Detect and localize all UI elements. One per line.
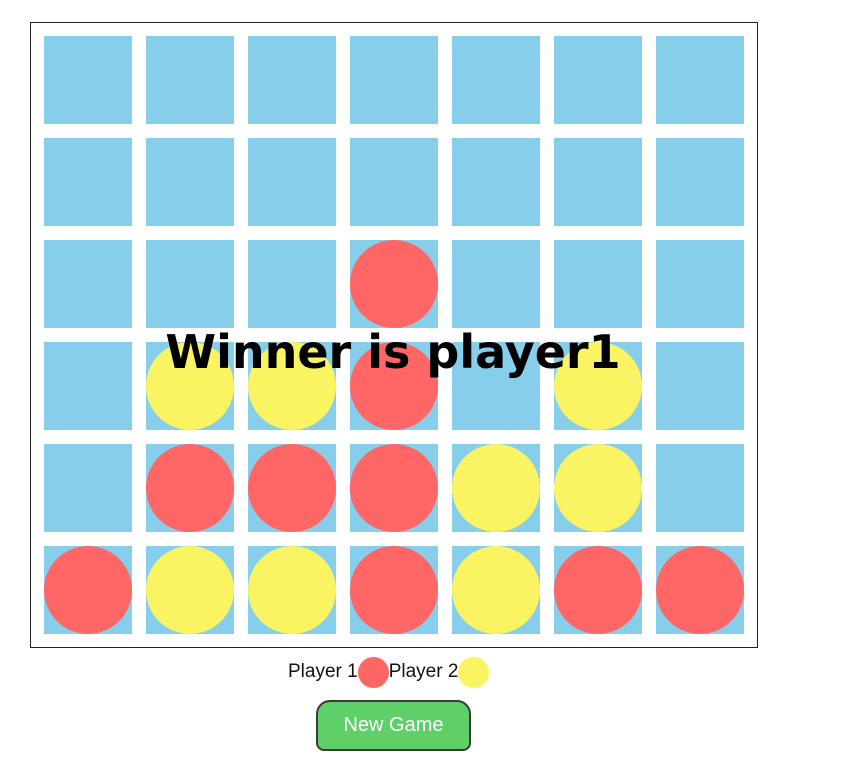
board-cell[interactable] [350,36,438,124]
board-cell[interactable] [656,546,744,634]
player1-disc [146,444,234,532]
board-cell[interactable] [452,444,540,532]
board-cell[interactable] [350,240,438,328]
player2-disc [146,546,234,634]
player2-disc [554,444,642,532]
board-cell[interactable] [554,240,642,328]
board-cell[interactable] [350,546,438,634]
board-cell[interactable] [146,444,234,532]
board-cell[interactable] [656,138,744,226]
player1-disc [248,444,336,532]
board-cell[interactable] [554,36,642,124]
new-game-button[interactable]: New Game [316,700,471,751]
player2-disc [452,546,540,634]
board-cell[interactable] [350,342,438,430]
board-cell[interactable] [554,342,642,430]
board-cell[interactable] [554,138,642,226]
board-cell[interactable] [146,138,234,226]
player2-color-icon [458,656,490,688]
board-cell[interactable] [248,444,336,532]
board-cell[interactable] [44,342,132,430]
player2-disc [554,342,642,430]
player1-label: Player 1 [288,661,358,682]
board-cell[interactable] [452,546,540,634]
board-cell[interactable] [146,240,234,328]
board-cell[interactable] [554,546,642,634]
board-cell[interactable] [146,342,234,430]
board-cell[interactable] [146,546,234,634]
board-cell[interactable] [248,138,336,226]
board-cell[interactable] [248,546,336,634]
board-cell[interactable] [44,240,132,328]
board-cell[interactable] [656,444,744,532]
board-cell[interactable] [248,342,336,430]
board-cell[interactable] [452,138,540,226]
board-cell[interactable] [44,138,132,226]
board-cell[interactable] [146,36,234,124]
board-cell[interactable] [452,36,540,124]
board-cell[interactable] [656,36,744,124]
game-board [30,22,758,648]
board-cell[interactable] [452,342,540,430]
player1-disc [350,444,438,532]
player1-disc [656,546,744,634]
board-cell[interactable] [656,342,744,430]
player2-disc [452,444,540,532]
board-cell[interactable] [44,546,132,634]
player1-disc [350,342,438,430]
board-cell[interactable] [350,138,438,226]
board-cell[interactable] [248,240,336,328]
board-cell[interactable] [452,240,540,328]
player1-disc [350,240,438,328]
board-cell[interactable] [554,444,642,532]
player1-color-icon [357,656,389,688]
player1-disc [44,546,132,634]
player2-disc [248,342,336,430]
player2-disc [146,342,234,430]
player-legend: Player 1 Player 2 [288,656,490,688]
player2-disc [248,546,336,634]
player1-disc [554,546,642,634]
board-cell[interactable] [656,240,744,328]
board-cell[interactable] [350,444,438,532]
board-cell[interactable] [44,444,132,532]
player1-disc [350,546,438,634]
player2-label: Player 2 [388,661,459,682]
board-cell[interactable] [44,36,132,124]
board-cell[interactable] [248,36,336,124]
